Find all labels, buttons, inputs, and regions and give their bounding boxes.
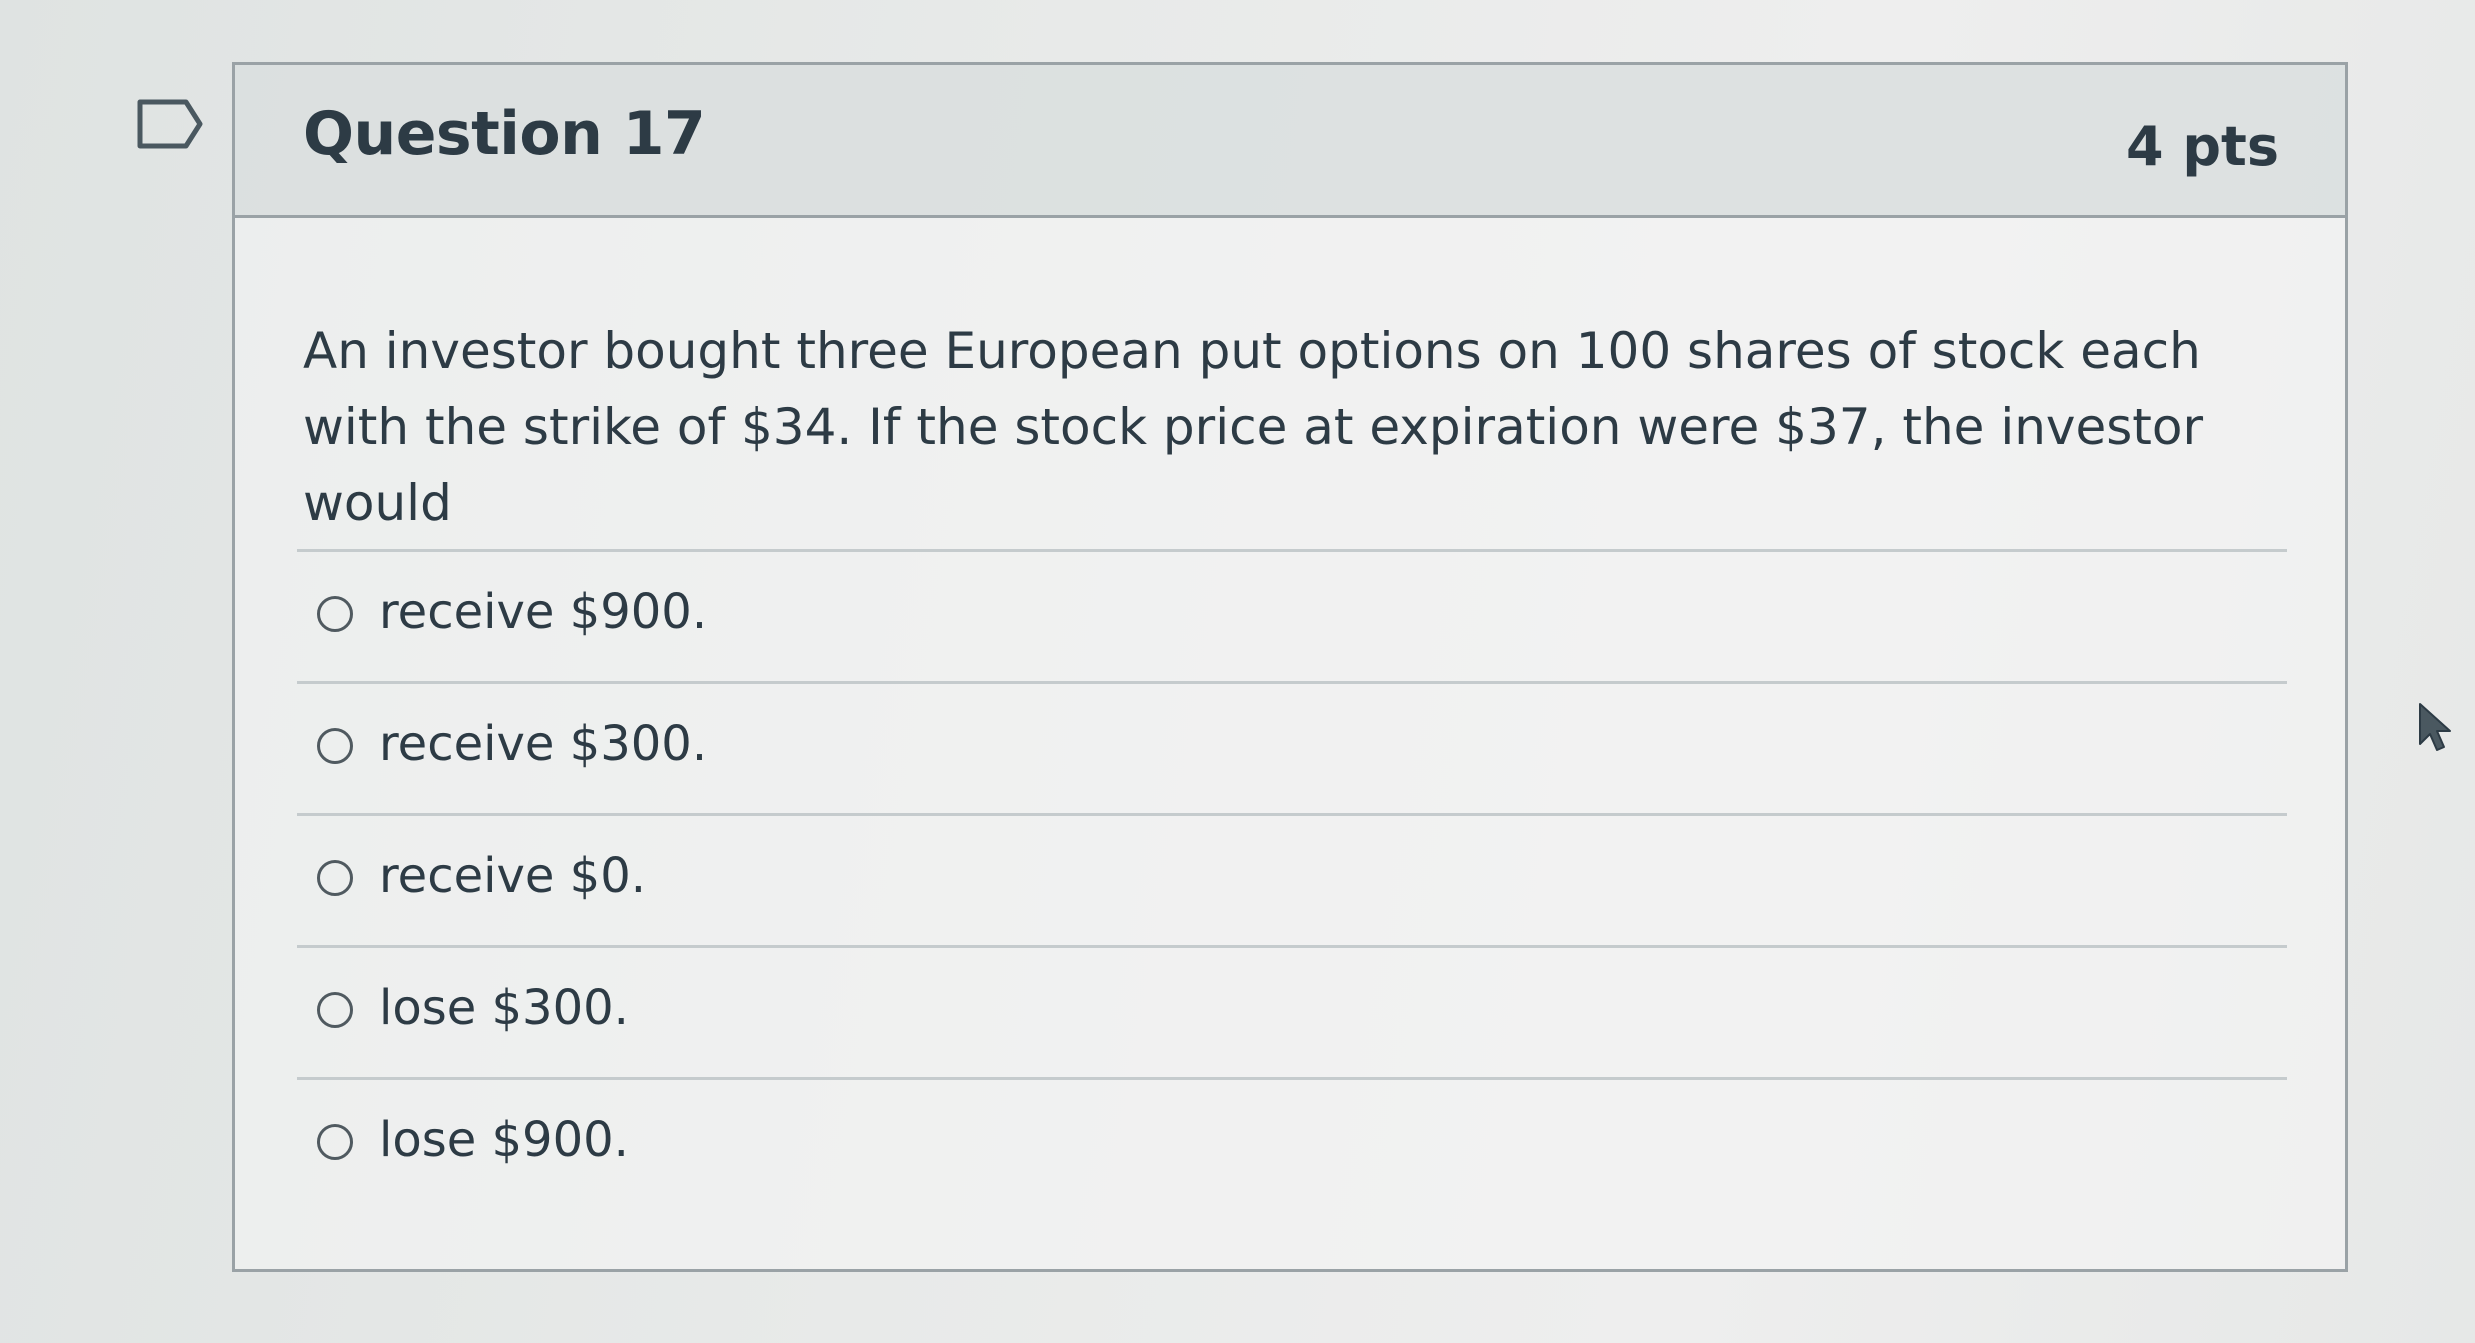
radio-button[interactable] xyxy=(317,728,353,764)
question-text: An investor bought three European put op… xyxy=(303,322,2204,532)
question-title: Question 17 xyxy=(303,99,706,169)
radio-button[interactable] xyxy=(317,1124,353,1160)
radio-button[interactable] xyxy=(317,860,353,896)
answer-option[interactable]: lose $900. xyxy=(297,1077,2287,1209)
question-header: Question 17 4 pts xyxy=(235,65,2345,218)
answer-list: receive $900. receive $300. receive $0. … xyxy=(297,549,2287,1209)
question-points: 4 pts xyxy=(2126,115,2279,178)
mouse-pointer-icon xyxy=(2419,703,2451,751)
radio-button[interactable] xyxy=(317,992,353,1028)
answer-label[interactable]: lose $300. xyxy=(379,980,629,1036)
answer-label[interactable]: receive $900. xyxy=(379,584,707,640)
answer-label[interactable]: receive $0. xyxy=(379,848,646,904)
bookmark-flag-icon[interactable] xyxy=(136,98,206,150)
answer-option[interactable]: receive $900. xyxy=(297,549,2287,681)
answer-option[interactable]: lose $300. xyxy=(297,945,2287,1077)
question-card: Question 17 4 pts An investor bought thr… xyxy=(232,62,2348,1272)
answer-option[interactable]: receive $300. xyxy=(297,681,2287,813)
answer-label[interactable]: receive $300. xyxy=(379,716,707,772)
answer-label[interactable]: lose $900. xyxy=(379,1112,629,1168)
radio-button[interactable] xyxy=(317,596,353,632)
answer-option[interactable]: receive $0. xyxy=(297,813,2287,945)
